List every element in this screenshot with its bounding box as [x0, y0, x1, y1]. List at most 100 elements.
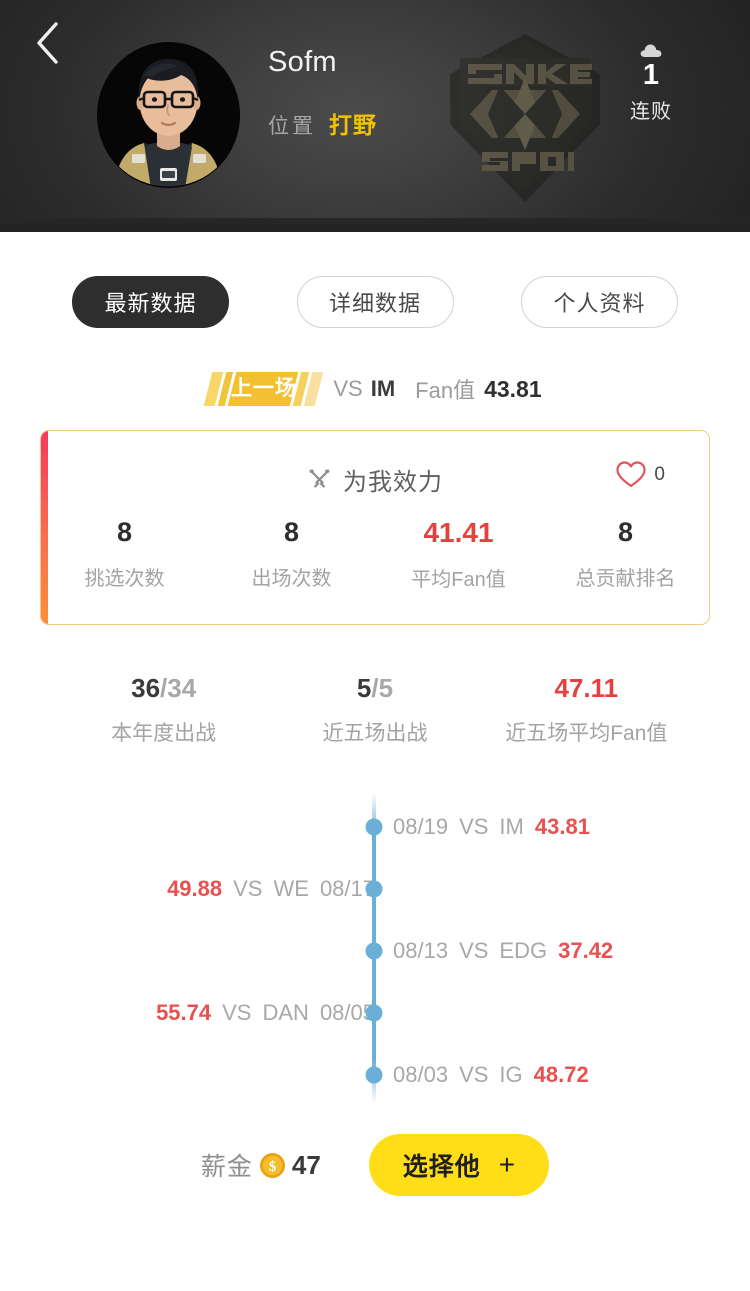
timeline-value: 49.88: [167, 876, 223, 901]
salary-display: 薪金 $ 47: [201, 1147, 321, 1183]
timeline-opponent: EDG: [499, 938, 548, 963]
timeline-dot: [365, 942, 383, 960]
avatar: [97, 42, 240, 188]
season-stat-label: 近五场出战: [322, 722, 428, 745]
timeline-dot: [365, 1066, 383, 1084]
last-match-badge-label: 上一场: [230, 377, 297, 400]
card-stat-label: 挑选次数: [84, 568, 165, 590]
player-name: Sofm: [268, 46, 337, 78]
chevron-left-icon: [37, 22, 58, 64]
season-stat-secondary: /34: [160, 673, 197, 703]
timeline-entry: 55.74 VS DAN 08/05: [156, 1000, 375, 1026]
season-stat-value: 36/34: [58, 675, 269, 701]
position-row: 位置 打野: [268, 106, 377, 140]
timeline-value: 37.42: [558, 938, 614, 963]
timeline-opponent: IM: [499, 814, 524, 839]
timeline-entry: 49.88 VS WE 08/17: [167, 876, 375, 902]
last-match-vs: VS: [333, 376, 363, 401]
timeline-dot: [365, 880, 383, 898]
heart-outline-icon: [616, 461, 647, 488]
streak-indicator: 1 连败: [606, 40, 696, 124]
avatar-photo: [97, 43, 240, 187]
tab-profile[interactable]: 个人资料: [521, 276, 678, 328]
content-area: 最新数据 详细数据 个人资料 上一场 VS IM Fan值 43.81 为我效力…: [0, 232, 750, 1103]
season-stat-primary: 36: [131, 673, 161, 703]
last-match-fan-value: 43.81: [484, 375, 542, 402]
season-stat-item: 47.11 近五场平均Fan值: [481, 675, 692, 747]
timeline-date: 08/03: [393, 1062, 449, 1087]
snake-esports-logo-icon: [450, 34, 600, 202]
timeline-vs: VS: [459, 938, 489, 963]
last-match-badge: 上一场: [204, 372, 324, 406]
streak-count: 1: [642, 59, 660, 91]
back-button[interactable]: [18, 14, 76, 72]
salary-label: 薪金: [200, 1153, 253, 1181]
season-stat-secondary: /5: [371, 673, 394, 703]
timeline-item[interactable]: 55.74 VS DAN 08/05: [0, 993, 750, 1033]
card-stat-label: 出场次数: [251, 568, 332, 590]
timeline-value: 48.72: [533, 1062, 589, 1087]
timeline-opponent: DAN: [262, 1000, 309, 1025]
cloud-icon: [606, 40, 696, 58]
timeline-entry: 08/19 VS IM 43.81: [393, 814, 590, 840]
like-button[interactable]: 0: [615, 460, 665, 489]
last-match-opponent: IM: [370, 376, 396, 401]
timeline-vs: VS: [459, 1062, 489, 1087]
tab-detailed-data[interactable]: 详细数据: [296, 276, 454, 328]
gold-coin-icon: $: [259, 1152, 286, 1179]
timeline-vs: VS: [233, 876, 263, 901]
season-stat-value: 47.11: [554, 673, 619, 703]
crossed-swords-glyph: [309, 469, 330, 488]
timeline-item[interactable]: 49.88 VS WE 08/17: [0, 869, 750, 909]
select-player-label: 选择他: [402, 1153, 481, 1181]
card-stat-label: 总贡献排名: [575, 568, 676, 590]
card-title: 为我效力: [343, 469, 443, 496]
gold-coin-glyph: $: [259, 1152, 285, 1178]
card-stat-item: 41.41 平均Fan值: [375, 519, 542, 592]
player-detail-page: Sofm 位置 打野 1 连败 最新数据 详细数据 个人资料 上一场 VS IM…: [0, 0, 750, 1291]
timeline-value: 55.74: [156, 1000, 212, 1025]
season-stat-item: 36/34 本年度出战: [58, 675, 269, 747]
season-stat-label: 近五场平均Fan值: [505, 722, 668, 745]
contribution-card: 为我效力 0 8 挑选次数 8 出场次数 41.41 平均Fan值 8 总贡献排…: [40, 430, 710, 625]
card-stat-item: 8 出场次数: [208, 519, 375, 592]
last-match-fan-label: Fan值: [415, 378, 476, 403]
timeline-vs: VS: [222, 1000, 252, 1025]
position-value: 打野: [329, 112, 377, 138]
player-identity: Sofm 位置 打野: [268, 48, 377, 140]
timeline-dot: [365, 818, 383, 836]
team-logo-watermark: [440, 28, 610, 208]
timeline-item[interactable]: 08/03 VS IG 48.72: [0, 1055, 750, 1095]
timeline-item[interactable]: 08/13 VS EDG 37.42: [0, 931, 750, 971]
position-label: 位置: [268, 115, 316, 138]
streak-label: 连败: [630, 101, 672, 124]
like-count: 0: [654, 463, 665, 485]
timeline-opponent: IG: [499, 1062, 523, 1087]
timeline-item[interactable]: 08/19 VS IM 43.81: [0, 807, 750, 847]
card-stat-value: 8: [283, 517, 300, 547]
season-stats-row: 36/34 本年度出战 5/5 近五场出战 47.11 近五场平均Fan值: [58, 675, 692, 747]
card-stat-item: 8 总贡献排名: [542, 519, 709, 592]
cloud-glyph: [640, 44, 662, 57]
season-stat-label: 本年度出战: [111, 722, 217, 745]
last-match-summary: 上一场 VS IM Fan值 43.81: [0, 372, 750, 406]
card-title-row: 为我效力: [41, 462, 709, 497]
crossed-swords-icon: [307, 467, 332, 492]
season-stat-primary: 5: [356, 673, 372, 703]
action-bar: 薪金 $ 47 选择他 +: [0, 1134, 750, 1196]
timeline-date: 08/13: [393, 938, 449, 963]
timeline-value: 43.81: [534, 814, 590, 839]
season-stat-value: 5/5: [269, 675, 480, 701]
card-stat-value: 41.41: [423, 517, 494, 548]
header-bottom-strip: [0, 218, 750, 232]
timeline-entry: 08/03 VS IG 48.72: [393, 1062, 589, 1088]
match-timeline: 08/19 VS IM 43.81 49.88 VS WE 08/17 08/1…: [0, 793, 750, 1103]
select-player-button[interactable]: 选择他 +: [368, 1134, 550, 1196]
tab-latest-data[interactable]: 最新数据: [72, 276, 229, 328]
salary-value: 47: [291, 1149, 321, 1180]
player-header: Sofm 位置 打野 1 连败: [0, 0, 750, 232]
card-stat-label: 平均Fan值: [411, 569, 506, 591]
timeline-vs: VS: [459, 814, 489, 839]
timeline-dot: [365, 1004, 383, 1022]
svg-text:$: $: [269, 1159, 276, 1175]
